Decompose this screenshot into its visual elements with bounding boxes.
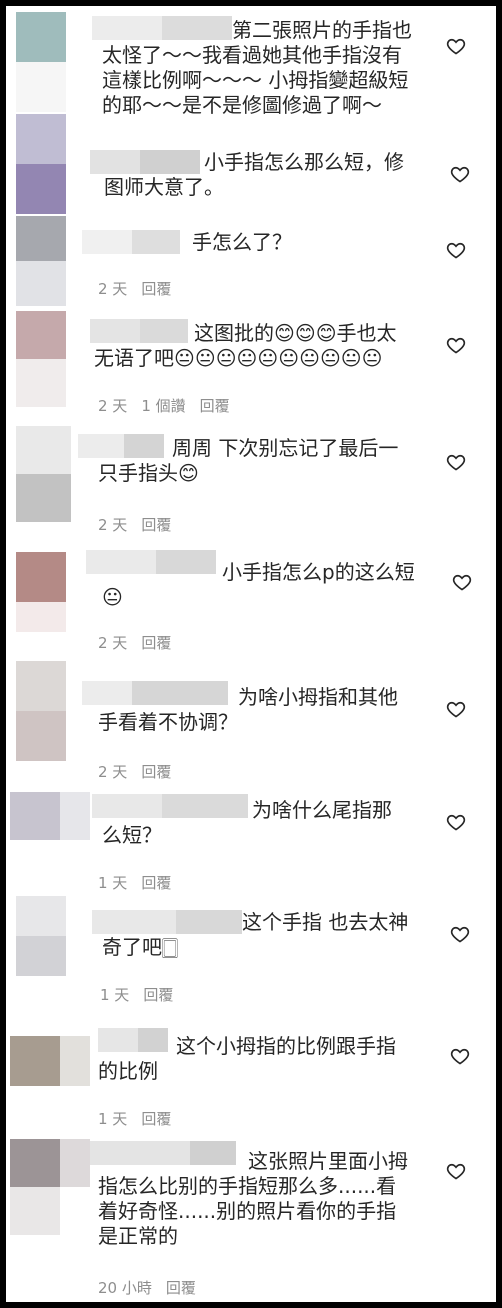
comment-meta: 20 小時 回覆 bbox=[98, 1277, 196, 1298]
avatar[interactable] bbox=[16, 12, 66, 112]
like-heart-icon[interactable] bbox=[452, 572, 472, 592]
comment-time: 20 小時 bbox=[98, 1279, 152, 1297]
comment-meta: 2 天 回覆 bbox=[98, 632, 171, 653]
like-heart-icon[interactable] bbox=[446, 699, 466, 719]
comment-text: 这图批的😊😊😊手也太 无语了吧😐😐😐😐😐😐😐😐😐😐 bbox=[94, 321, 397, 370]
like-heart-icon[interactable] bbox=[446, 240, 466, 260]
comment-item: 这个手指 也去太神 奇了吧🀆 1 天 回覆 bbox=[6, 896, 496, 1016]
like-heart-icon[interactable] bbox=[450, 924, 470, 944]
comment-time: 1 天 bbox=[98, 1110, 128, 1128]
reply-button[interactable]: 回覆 bbox=[166, 1277, 196, 1298]
comment-item: 为啥什么尾指那 么短？ 1 天 回覆 bbox=[6, 786, 496, 896]
comment-text: 小手指怎么p的这么短 😐 bbox=[102, 560, 415, 609]
comment-meta: 2 天 回覆 bbox=[98, 278, 171, 299]
comment-item: 第二張照片的手指也 太怪了～～我看過她其他手指沒有 這樣比例啊～～～ 小拇指變超… bbox=[6, 6, 496, 126]
avatar-tile bbox=[16, 12, 66, 62]
reply-button[interactable]: 回覆 bbox=[141, 514, 171, 535]
reply-button[interactable]: 回覆 bbox=[200, 395, 230, 416]
reply-button[interactable]: 回覆 bbox=[141, 1108, 171, 1129]
avatar[interactable] bbox=[16, 896, 66, 976]
avatar[interactable] bbox=[16, 552, 66, 632]
avatar[interactable] bbox=[10, 792, 90, 840]
avatar[interactable] bbox=[16, 661, 66, 761]
avatar[interactable] bbox=[16, 311, 66, 407]
comment-time: 2 天 bbox=[98, 280, 128, 298]
like-heart-icon[interactable] bbox=[446, 1161, 466, 1181]
avatar[interactable] bbox=[10, 1139, 90, 1235]
avatar[interactable] bbox=[10, 1036, 90, 1086]
comment-text: 为啥什么尾指那 么短？ bbox=[102, 798, 392, 847]
comment-item: 这个小拇指的比例跟手指 的比例 1 天 回覆 bbox=[6, 1016, 496, 1141]
reply-button[interactable]: 回覆 bbox=[141, 761, 171, 782]
comment-meta: 1 天 回覆 bbox=[98, 872, 171, 893]
comments-panel: 第二張照片的手指也 太怪了～～我看過她其他手指沒有 這樣比例啊～～～ 小拇指變超… bbox=[4, 4, 498, 1304]
avatar-tile bbox=[16, 62, 66, 112]
like-heart-icon[interactable] bbox=[450, 164, 470, 184]
comment-text: 这个小拇指的比例跟手指 的比例 bbox=[98, 1034, 396, 1083]
comment-text: 第二張照片的手指也 太怪了～～我看過她其他手指沒有 這樣比例啊～～～ 小拇指變超… bbox=[102, 18, 412, 117]
like-heart-icon[interactable] bbox=[446, 812, 466, 832]
likes-count[interactable]: 1 個讚 bbox=[141, 395, 185, 416]
comment-item: 周周 下次别忘记了最后一 只手指头😊 2 天 回覆 bbox=[6, 426, 496, 546]
comment-item: 这张照片里面小拇 指怎么比别的手指短那么多......看 着好奇怪......别… bbox=[6, 1139, 496, 1302]
comment-item: 这图批的😊😊😊手也太 无语了吧😐😐😐😐😐😐😐😐😐😐 2 天 1 個讚 回覆 bbox=[6, 311, 496, 426]
comment-time: 1 天 bbox=[100, 986, 130, 1004]
comment-time: 2 天 bbox=[98, 397, 128, 415]
avatar[interactable] bbox=[16, 216, 66, 306]
comment-item: 小手指怎么那么短，修 图师大意了。 bbox=[6, 114, 496, 216]
reply-button[interactable]: 回覆 bbox=[143, 984, 173, 1005]
comment-meta: 2 天 回覆 bbox=[98, 514, 171, 535]
comment-item: 为啥小拇指和其他 手看着不协调？ 2 天 回覆 bbox=[6, 661, 496, 786]
reply-button[interactable]: 回覆 bbox=[141, 632, 171, 653]
comment-text: 这张照片里面小拇 指怎么比别的手指短那么多......看 着好奇怪......别… bbox=[98, 1149, 408, 1248]
reply-button[interactable]: 回覆 bbox=[141, 278, 171, 299]
like-heart-icon[interactable] bbox=[450, 1046, 470, 1066]
comment-text: 这个手指 也去太神 奇了吧🀆 bbox=[102, 910, 409, 959]
like-heart-icon[interactable] bbox=[446, 335, 466, 355]
like-heart-icon[interactable] bbox=[446, 452, 466, 472]
comment-meta: 1 天 回覆 bbox=[100, 984, 173, 1005]
reply-button[interactable]: 回覆 bbox=[141, 872, 171, 893]
username-blurred[interactable] bbox=[82, 230, 180, 254]
like-heart-icon[interactable] bbox=[446, 36, 466, 56]
comment-text: 小手指怎么那么短，修 图师大意了。 bbox=[104, 150, 404, 199]
comment-meta: 2 天 1 個讚 回覆 bbox=[98, 395, 230, 416]
comment-time: 2 天 bbox=[98, 634, 128, 652]
comment-time: 1 天 bbox=[98, 874, 128, 892]
comment-meta: 2 天 回覆 bbox=[98, 761, 171, 782]
comment-item: 小手指怎么p的这么短 😐 2 天 回覆 bbox=[6, 546, 496, 661]
avatar[interactable] bbox=[16, 114, 66, 214]
comment-time: 2 天 bbox=[98, 516, 128, 534]
comment-item: 手怎么了？ 2 天 回覆 bbox=[6, 216, 496, 311]
comment-meta: 1 天 回覆 bbox=[98, 1108, 171, 1129]
comment-time: 2 天 bbox=[98, 763, 128, 781]
comment-text: 为啥小拇指和其他 手看着不协调？ bbox=[98, 685, 398, 734]
comment-text: 手怎么了？ bbox=[192, 230, 292, 254]
comment-text: 周周 下次别忘记了最后一 只手指头😊 bbox=[98, 436, 399, 485]
avatar[interactable] bbox=[16, 426, 71, 522]
